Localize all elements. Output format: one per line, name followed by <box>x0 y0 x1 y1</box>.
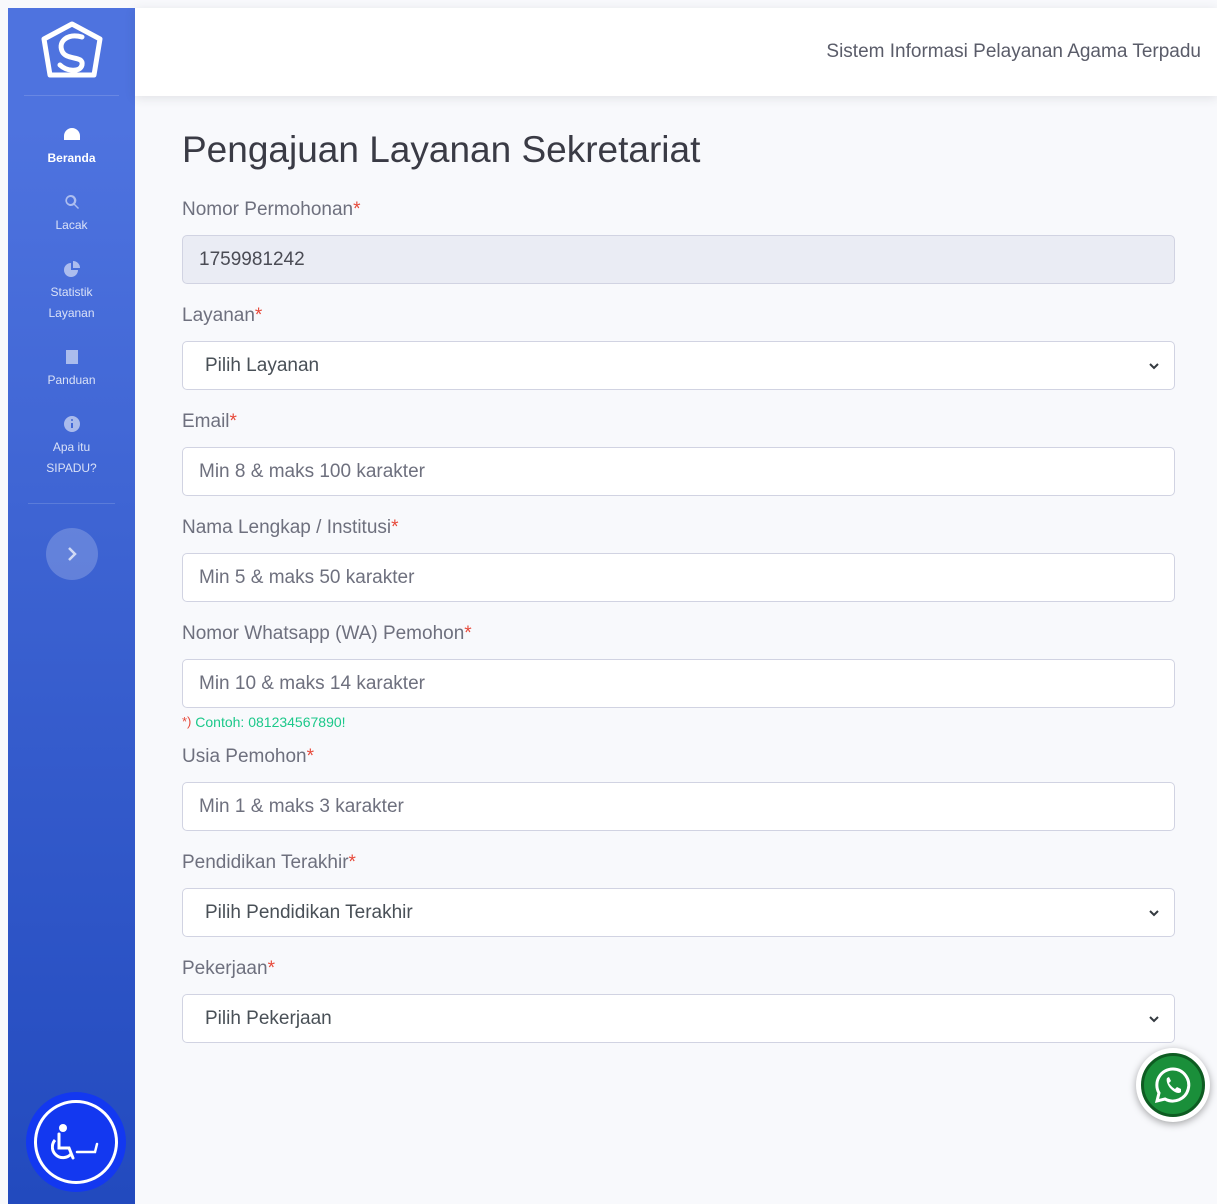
sidebar-item-panduan[interactable]: Panduan <box>8 348 135 391</box>
form-group-whatsapp: Nomor Whatsapp (WA) Pemohon* *) Contoh: … <box>182 620 1175 731</box>
sidebar-item-label: Lacak <box>55 218 88 232</box>
field-label: Usia Pemohon* <box>182 746 315 767</box>
sidebar-toggle-button[interactable] <box>45 528 98 580</box>
email-field[interactable] <box>182 447 1175 496</box>
sidebar-item-label: Apa itu SIPADU? <box>46 440 97 475</box>
sidebar-item-statistik[interactable]: Statistik Layanan <box>8 260 135 324</box>
form-group-pendidikan: Pendidikan Terakhir* Pilih Pendidikan Te… <box>182 849 1175 937</box>
form-group-nomor-permohonan: Nomor Permohonan* 1759981242 <box>182 196 1175 284</box>
chevron-down-icon <box>1149 362 1159 369</box>
field-label: Nomor Whatsapp (WA) Pemohon* <box>182 623 472 644</box>
chevron-right-icon <box>67 547 77 561</box>
sidebar-item-lacak[interactable]: Lacak <box>8 193 135 236</box>
whatsapp-floating-button[interactable] <box>1136 1048 1210 1122</box>
form-group-pekerjaan: Pekerjaan* Pilih Pekerjaan <box>182 955 1175 1043</box>
sidebar-item-label: Beranda <box>47 151 96 165</box>
field-label: Nomor Permohonan* <box>182 199 361 220</box>
info-circle-icon <box>63 415 80 433</box>
field-label: Nama Lengkap / Institusi* <box>182 517 399 538</box>
nomor-permohonan-value: 1759981242 <box>199 248 305 270</box>
whatsapp-hint: *) Contoh: 081234567890! <box>182 714 346 730</box>
field-label: Pendidikan Terakhir* <box>182 852 356 873</box>
app-title: Sistem Informasi Pelayanan Agama Terpadu <box>826 41 1201 62</box>
main-content: Pengajuan Layanan Sekretariat Nomor Perm… <box>182 128 1175 1061</box>
field-label: Pekerjaan* <box>182 958 275 979</box>
chevron-down-icon <box>1149 1015 1159 1022</box>
whatsapp-number-field[interactable] <box>182 659 1175 708</box>
sipadu-logo-icon <box>41 21 102 77</box>
pendidikan-select[interactable]: Pilih Pendidikan Terakhir <box>182 888 1175 937</box>
form-group-usia: Usia Pemohon* <box>182 743 1175 831</box>
sidebar: Beranda Lacak Statistik Layanan Panduan … <box>8 8 135 1204</box>
sidebar-item-label: Statistik Layanan <box>48 285 95 320</box>
book-icon <box>65 348 79 366</box>
sidebar-item-label: Panduan <box>47 373 96 387</box>
sidebar-item-beranda[interactable]: Beranda <box>8 126 135 169</box>
pekerjaan-select[interactable]: Pilih Pekerjaan <box>182 994 1175 1043</box>
accessibility-button[interactable] <box>26 1092 126 1192</box>
form-group-email: Email* <box>182 408 1175 496</box>
whatsapp-icon <box>1154 1067 1191 1104</box>
accessibility-icon <box>51 1124 99 1160</box>
chevron-down-icon <box>1149 909 1159 916</box>
usia-field[interactable] <box>182 782 1175 831</box>
sidebar-divider <box>28 503 115 504</box>
pekerjaan-selected-value: Pilih Pekerjaan <box>205 1007 332 1029</box>
layanan-select[interactable]: Pilih Layanan <box>182 341 1175 390</box>
field-label: Layanan* <box>182 305 263 326</box>
form-group-nama: Nama Lengkap / Institusi* <box>182 514 1175 602</box>
layanan-selected-value: Pilih Layanan <box>205 354 320 376</box>
pie-chart-icon <box>63 260 80 278</box>
field-label: Email* <box>182 411 237 432</box>
pendidikan-selected-value: Pilih Pendidikan Terakhir <box>205 901 413 923</box>
topbar: Sistem Informasi Pelayanan Agama Terpadu <box>135 8 1217 96</box>
nomor-permohonan-field: 1759981242 <box>182 235 1175 284</box>
sidebar-nav: Beranda Lacak Statistik Layanan Panduan … <box>8 96 135 479</box>
page-title: Pengajuan Layanan Sekretariat <box>182 129 701 170</box>
nama-lengkap-field[interactable] <box>182 553 1175 602</box>
form-group-layanan: Layanan* Pilih Layanan <box>182 302 1175 390</box>
search-icon <box>64 193 80 211</box>
brand-logo[interactable] <box>24 8 119 96</box>
dashboard-gauge-icon <box>63 126 81 144</box>
sidebar-item-apa-itu-sipadu[interactable]: Apa itu SIPADU? <box>8 415 135 479</box>
